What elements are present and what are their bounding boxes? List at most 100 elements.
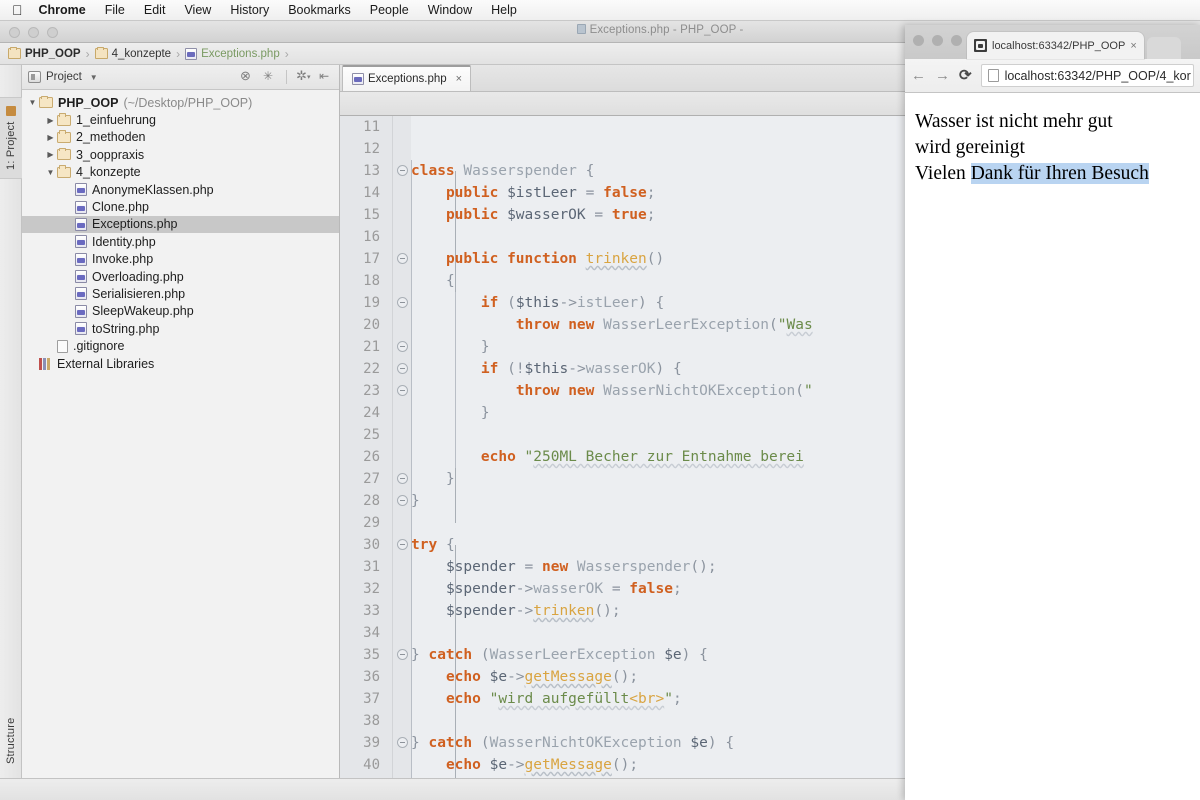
chrome-browser-window: localhost:63342/PHP_OOP × ← → ⟳ localhos…	[905, 25, 1200, 800]
browser-tab[interactable]: localhost:63342/PHP_OOP ×	[967, 32, 1144, 59]
reload-button[interactable]: ⟳	[959, 68, 972, 83]
browser-close-button[interactable]	[913, 35, 924, 46]
line-number: 21	[363, 339, 380, 355]
line-number: 26	[363, 449, 380, 465]
tool-tab-structure[interactable]: Structure	[0, 705, 22, 777]
menu-item-chrome[interactable]: Chrome	[39, 3, 86, 17]
hide-panel-icon[interactable]	[319, 70, 333, 84]
folder-icon	[57, 147, 71, 161]
tree-item-label: Identity.php	[92, 234, 156, 249]
tree-item-sleepwakeup-php[interactable]: SleepWakeup.php	[22, 303, 339, 320]
fold-toggle-icon[interactable]	[397, 473, 408, 484]
tree-item-2-methoden[interactable]: 2_methoden	[22, 129, 339, 146]
tree-item-label: Serialisieren.php	[92, 286, 186, 301]
fold-toggle-icon[interactable]	[397, 385, 408, 396]
menu-item-file[interactable]: File	[105, 3, 125, 17]
fold-toggle-icon[interactable]	[397, 341, 408, 352]
fold-toggle-icon[interactable]	[397, 253, 408, 264]
twisty-collapsed-icon[interactable]	[44, 133, 57, 142]
twisty-expanded-icon[interactable]	[44, 168, 57, 177]
tool-tab-structure-label: Structure	[5, 717, 17, 765]
browser-toolbar: ← → ⟳ localhost:63342/PHP_OOP/4_kor	[905, 59, 1200, 93]
line-number: 23	[363, 383, 380, 399]
breadcrumb-item-4-konzepte[interactable]: 4_konzepte ›	[94, 46, 185, 61]
php-file-icon	[185, 47, 198, 60]
menu-item-help[interactable]: Help	[491, 3, 517, 17]
page-text-line: Vielen Dank für Ihren Besuch	[915, 161, 1200, 187]
chevron-right-icon: ›	[284, 46, 289, 61]
twisty-expanded-icon[interactable]	[26, 98, 39, 107]
fold-toggle-icon[interactable]	[397, 495, 408, 506]
settings-gear-icon[interactable]	[296, 68, 311, 84]
editor-tab-exceptions-php[interactable]: Exceptions.php ×	[342, 65, 472, 91]
chevron-right-icon: ›	[176, 46, 181, 61]
line-number: 17	[363, 251, 380, 267]
project-file-tree[interactable]: PHP_OOP (~/Desktop/PHP_OOP) 1_einfuehrung 2…	[22, 90, 339, 779]
tree-item-label: External Libraries	[57, 356, 155, 371]
twisty-collapsed-icon[interactable]	[44, 150, 57, 159]
tree-item-php-oop[interactable]: PHP_OOP (~/Desktop/PHP_OOP)	[22, 94, 339, 111]
php-file-icon	[75, 235, 87, 249]
tree-item-3-ooppraxis[interactable]: 3_ooppraxis	[22, 146, 339, 163]
tree-item-label: .gitignore	[73, 339, 125, 354]
menu-item-people[interactable]: People	[370, 3, 409, 17]
tool-tab-project[interactable]: 1: Project	[0, 97, 22, 179]
collapse-all-icon[interactable]	[240, 68, 254, 84]
tree-item-overloading-php[interactable]: Overloading.php	[22, 268, 339, 285]
browser-minimize-button[interactable]	[932, 35, 943, 46]
menu-item-edit[interactable]: Edit	[144, 3, 166, 17]
address-bar[interactable]: localhost:63342/PHP_OOP/4_kor	[980, 64, 1194, 87]
forward-button[interactable]: →	[935, 68, 950, 83]
php-file-icon	[75, 304, 87, 318]
fold-toggle-icon[interactable]	[397, 297, 408, 308]
folder-icon	[8, 46, 21, 59]
twisty-collapsed-icon[interactable]	[44, 116, 57, 125]
breadcrumb-item-exceptions-php[interactable]: Exceptions.php ›	[185, 47, 294, 61]
fold-toggle-icon[interactable]	[397, 737, 408, 748]
tree-item-label: 4_konzepte	[76, 165, 141, 180]
php-file-icon	[75, 217, 87, 231]
tree-item-4-konzepte[interactable]: 4_konzepte	[22, 164, 339, 181]
tree-item-serialisieren-php[interactable]: Serialisieren.php	[22, 285, 339, 302]
tree-item-1-einfuehrung[interactable]: 1_einfuehrung	[22, 111, 339, 128]
tree-item-identity-php[interactable]: Identity.php	[22, 233, 339, 250]
file-icon	[57, 339, 68, 353]
menu-item-history[interactable]: History	[230, 3, 269, 17]
tree-item-anonymeklassen-php[interactable]: AnonymeKlassen.php	[22, 181, 339, 198]
back-button[interactable]: ←	[911, 68, 926, 83]
address-bar-value: localhost:63342/PHP_OOP/4_kor	[1004, 68, 1191, 83]
scroll-from-source-icon[interactable]	[263, 69, 277, 84]
close-icon[interactable]: ×	[1130, 40, 1136, 52]
fold-toggle-icon[interactable]	[397, 363, 408, 374]
macos-menu-bar:  Chrome File Edit View History Bookmark…	[0, 0, 1200, 21]
menu-item-window[interactable]: Window	[428, 3, 472, 17]
php-file-icon	[75, 252, 87, 266]
tree-item-external-libraries[interactable]: External Libraries	[22, 355, 339, 372]
tree-item-gitignore[interactable]: .gitignore	[22, 337, 339, 354]
browser-zoom-button[interactable]	[951, 35, 962, 46]
tree-item-invoke-php[interactable]: Invoke.php	[22, 251, 339, 268]
browser-traffic-lights[interactable]	[913, 35, 962, 46]
line-number: 36	[363, 669, 380, 685]
breadcrumb-item-php-oop[interactable]: PHP_OOP ›	[8, 46, 95, 61]
breadcrumb-label: Exceptions.php	[201, 47, 280, 60]
php-file-icon	[75, 200, 87, 214]
tree-item-exceptions-php[interactable]: Exceptions.php	[22, 215, 339, 234]
fold-toggle-icon[interactable]	[397, 539, 408, 550]
menu-item-view[interactable]: View	[184, 3, 211, 17]
project-tool-window: Project ▼ PHP_OOP (~/Desktop/PHP_OOP) 1_ei…	[22, 65, 340, 779]
indent-guide	[455, 292, 456, 468]
chevron-right-icon: ›	[85, 46, 90, 61]
menu-item-bookmarks[interactable]: Bookmarks	[288, 3, 351, 17]
new-tab-button[interactable]	[1146, 37, 1181, 59]
fold-toggle-icon[interactable]	[397, 165, 408, 176]
indent-guide	[411, 534, 412, 779]
tree-item-clone-php[interactable]: Clone.php	[22, 198, 339, 215]
tree-item-label: 2_methoden	[76, 130, 146, 145]
tree-item-tostring-php[interactable]: toString.php	[22, 320, 339, 337]
apple-logo-icon[interactable]: 	[12, 3, 23, 17]
chevron-down-icon[interactable]: ▼	[90, 73, 98, 82]
fold-toggle-icon[interactable]	[397, 649, 408, 660]
close-icon[interactable]: ×	[456, 73, 462, 85]
tree-item-label: SleepWakeup.php	[92, 304, 194, 319]
